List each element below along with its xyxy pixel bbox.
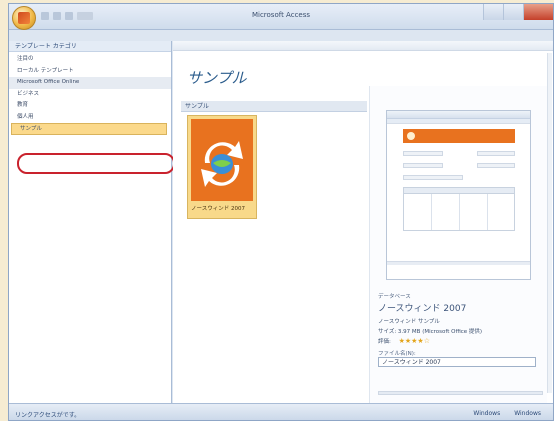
- sidebar-item-business[interactable]: ビジネス: [9, 89, 171, 101]
- provider-label: データベース: [378, 294, 411, 300]
- template-size: サイズ: 3.97 MB (Microsoft Office 提供): [378, 329, 483, 335]
- status-item[interactable]: Windows: [514, 410, 541, 417]
- filename-input[interactable]: ノースウィンド 2007: [378, 357, 536, 367]
- maximize-button[interactable]: [503, 4, 523, 20]
- template-thumbnail: [191, 119, 253, 201]
- status-right-group: Windows Windows: [473, 410, 541, 417]
- title-bar: Microsoft Access: [9, 4, 553, 30]
- template-tile-northwind[interactable]: ノースウィンド 2007: [187, 115, 257, 219]
- vertical-scrollbar[interactable]: [547, 53, 552, 393]
- access-window: Microsoft Access テンプレート カテゴリ 注目の ローカル テン…: [8, 3, 554, 421]
- highlight-annotation-ring: [17, 153, 175, 174]
- sidebar-item-office-online[interactable]: Microsoft Office Online: [9, 77, 171, 89]
- main-header-strip: [173, 41, 553, 51]
- page-title: サンプル: [187, 69, 247, 87]
- window-controls: [483, 4, 553, 20]
- template-description: ノースウィンド サンプル: [378, 319, 440, 325]
- filename-label: ファイル名(N):: [378, 351, 416, 357]
- horizontal-scrollbar[interactable]: [378, 391, 543, 395]
- rating-stars-icon[interactable]: ★★★★☆: [399, 337, 430, 345]
- rating-row: 評価: ★★★★☆: [378, 337, 544, 345]
- rating-label: 評価:: [378, 339, 391, 345]
- main-pane: サンプル サンプル ノースウィンド 2007 データベース ノースウィンド 20…: [173, 41, 553, 403]
- sidebar-item-samples[interactable]: サンプル: [11, 123, 167, 135]
- category-list: 注目の ローカル テンプレート Microsoft Office Online …: [9, 54, 171, 135]
- template-tile-label: ノースウィンド 2007: [191, 206, 245, 212]
- sidebar-item-local-templates[interactable]: ローカル テンプレート: [9, 66, 171, 78]
- status-text: リンクアクセスがです。: [15, 412, 81, 419]
- preview-grid: [403, 187, 515, 231]
- refresh-arrows-icon: [201, 141, 243, 187]
- template-detail-panel: データベース ノースウィンド 2007 ノースウィンド サンプル サイズ: 3.…: [369, 86, 547, 403]
- status-item[interactable]: Windows: [473, 410, 500, 417]
- section-header: サンプル: [181, 101, 367, 112]
- sidebar-item-education[interactable]: 教育: [9, 100, 171, 112]
- template-info: データベース ノースウィンド 2007 ノースウィンド サンプル サイズ: 3.…: [378, 292, 544, 367]
- sidebar-header: テンプレート カテゴリ: [9, 41, 171, 52]
- template-name: ノースウィンド 2007: [378, 304, 467, 314]
- sidebar-item-featured[interactable]: 注目の: [9, 54, 171, 66]
- window-title: Microsoft Access: [251, 11, 311, 19]
- status-bar: リンクアクセスがです。 Windows Windows: [9, 403, 553, 420]
- template-preview: [386, 110, 531, 280]
- minimize-button[interactable]: [483, 4, 503, 20]
- close-button[interactable]: [523, 4, 553, 20]
- preview-banner: [403, 129, 515, 143]
- sidebar-item-personal[interactable]: 個人用: [9, 112, 171, 124]
- template-category-sidebar: テンプレート カテゴリ 注目の ローカル テンプレート Microsoft Of…: [9, 41, 172, 403]
